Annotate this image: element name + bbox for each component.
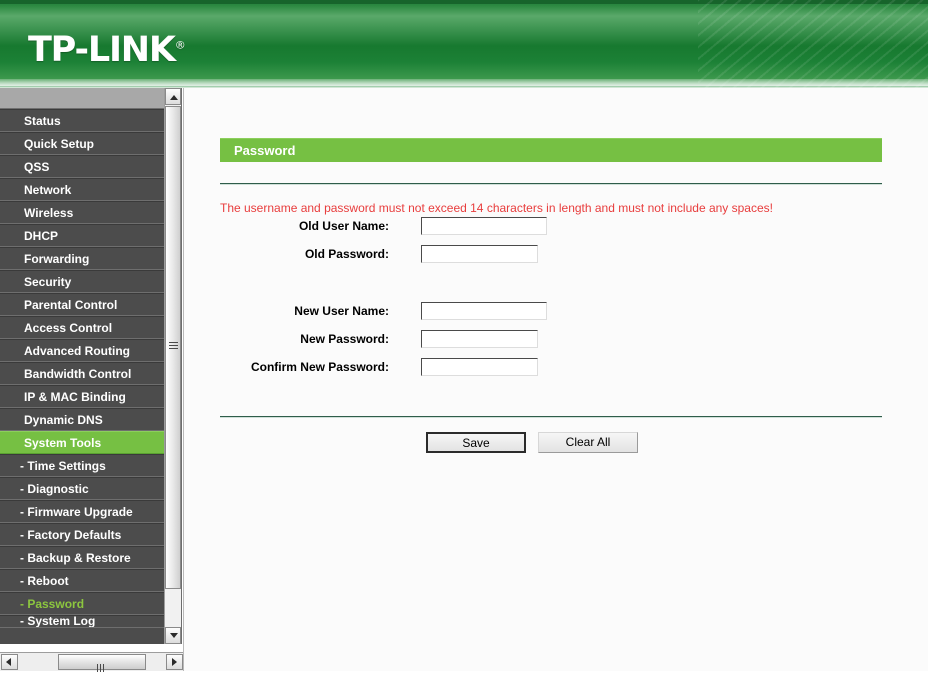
- new-user-name-input[interactable]: [421, 302, 547, 320]
- sidebar-item-dynamic-dns[interactable]: Dynamic DNS: [0, 408, 164, 431]
- sidebar-top-spacer: [0, 88, 164, 109]
- sidebar-item-forwarding[interactable]: Forwarding: [0, 247, 164, 270]
- chevron-left-icon: [6, 658, 11, 666]
- confirm-new-password-input[interactable]: [421, 358, 538, 376]
- divider-top: [220, 183, 882, 185]
- form-actions[interactable]: Save Clear All: [220, 432, 882, 454]
- header-bottom-highlight: [0, 79, 928, 86]
- app-header: TP-LINK®: [0, 0, 928, 88]
- scroll-grip-icon: [97, 659, 107, 672]
- page-title: Password: [220, 138, 882, 162]
- field-label: New Password:: [300, 332, 389, 346]
- new-password-input[interactable]: [421, 330, 538, 348]
- chevron-up-icon: [170, 95, 178, 100]
- header-diagonal-pattern: [698, 0, 928, 88]
- sidebar-item-time-settings[interactable]: - Time Settings: [0, 454, 164, 477]
- sidebar-item-qss[interactable]: QSS: [0, 155, 164, 178]
- field-label: Confirm New Password:: [250, 360, 389, 374]
- horizontal-scroll-thumb[interactable]: [58, 654, 146, 672]
- scroll-down-button[interactable]: [165, 627, 181, 644]
- sidebar-item-bandwidth-control[interactable]: Bandwidth Control: [0, 362, 164, 385]
- old-password-input[interactable]: [421, 245, 538, 263]
- sidebar-item-wireless[interactable]: Wireless: [0, 201, 164, 224]
- main-content-panel: Password The username and password must …: [183, 88, 928, 671]
- save-button[interactable]: Save: [426, 432, 526, 453]
- sidebar-item-ip-mac-binding[interactable]: IP & MAC Binding: [0, 385, 164, 408]
- field-row: New Password:: [220, 328, 882, 350]
- tp-link-logo: TP-LINK®: [28, 30, 186, 70]
- field-row: Old Password:: [220, 243, 882, 265]
- field-row: Confirm New Password:: [220, 356, 882, 378]
- sidebar-item-security[interactable]: Security: [0, 270, 164, 293]
- divider-bottom: [220, 416, 882, 418]
- sidebar-item-advanced-routing[interactable]: Advanced Routing: [0, 339, 164, 362]
- field-label: Old Password:: [304, 247, 389, 261]
- vertical-scroll-thumb[interactable]: [165, 106, 181, 589]
- sidebar-item-firmware-upgrade[interactable]: - Firmware Upgrade: [0, 500, 164, 523]
- field-label: Old User Name:: [298, 219, 389, 233]
- sidebar-vertical-scrollbar[interactable]: [164, 88, 182, 644]
- sidebar-item-quick-setup[interactable]: Quick Setup: [0, 132, 164, 155]
- brand-name: TP-LINK: [28, 30, 176, 70]
- sidebar-item-backup-restore[interactable]: - Backup & Restore: [0, 546, 164, 569]
- field-row: New User Name:: [220, 300, 882, 322]
- field-row: Old User Name:: [220, 215, 882, 237]
- scroll-up-button[interactable]: [165, 88, 181, 105]
- sidebar-item-parental-control[interactable]: Parental Control: [0, 293, 164, 316]
- sidebar-item-system-log[interactable]: - System Log: [0, 615, 164, 628]
- registered-trademark-icon: ®: [174, 38, 186, 52]
- password-warning-text: The username and password must not excee…: [220, 201, 773, 215]
- sidebar-item-factory-defaults[interactable]: - Factory Defaults: [0, 523, 164, 546]
- sidebar-menu-list[interactable]: Status Quick Setup QSS Network Wireless DHCP F…: [0, 109, 164, 628]
- sidebar-item-diagnostic[interactable]: - Diagnostic: [0, 477, 164, 500]
- clear-all-button[interactable]: Clear All: [538, 432, 638, 453]
- sidebar-item-system-tools[interactable]: System Tools: [0, 431, 164, 454]
- chevron-down-icon: [170, 633, 178, 638]
- sidebar-item-status[interactable]: Status: [0, 109, 164, 132]
- old-user-name-input[interactable]: [421, 217, 547, 235]
- chevron-right-icon: [172, 658, 177, 666]
- sidebar-item-reboot[interactable]: - Reboot: [0, 569, 164, 592]
- sidebar-horizontal-scrollbar[interactable]: [0, 652, 184, 672]
- scroll-right-button[interactable]: [166, 654, 183, 670]
- scroll-left-button[interactable]: [1, 654, 18, 670]
- sidebar-item-access-control[interactable]: Access Control: [0, 316, 164, 339]
- sidebar-navigation[interactable]: Status Quick Setup QSS Network Wireless DHCP F…: [0, 88, 164, 644]
- sidebar-item-dhcp[interactable]: DHCP: [0, 224, 164, 247]
- sidebar-item-network[interactable]: Network: [0, 178, 164, 201]
- scroll-grip-icon: [169, 342, 178, 351]
- sidebar-item-password[interactable]: - Password: [0, 592, 164, 615]
- field-label: New User Name:: [294, 304, 389, 318]
